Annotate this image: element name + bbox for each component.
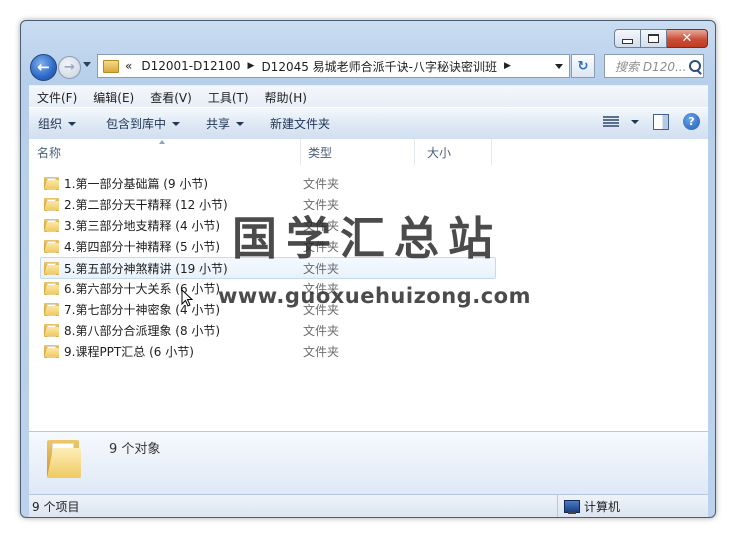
- sort-ascending-icon: [159, 140, 165, 144]
- computer-icon: [564, 499, 580, 514]
- item-type: 文件夹: [303, 239, 340, 254]
- breadcrumb-overflow[interactable]: «: [125, 59, 132, 73]
- help-icon[interactable]: ?: [683, 113, 700, 130]
- minimize-button[interactable]: [614, 29, 641, 48]
- location-label: 计算机: [584, 499, 621, 514]
- preview-pane-icon[interactable]: [653, 113, 669, 130]
- list-item[interactable]: 2.第二部分天干精释 (12 小节) 文件夹: [41, 194, 495, 214]
- folder-icon: [44, 323, 59, 337]
- list-item[interactable]: 7.第七部分十神密象 (4 小节) 文件夹: [41, 299, 495, 319]
- share-button[interactable]: 共享: [197, 115, 253, 132]
- breadcrumb-item[interactable]: D12045 易城老师合派千诀-八字秘诀密训班: [261, 58, 497, 75]
- back-button[interactable]: ←: [30, 54, 57, 81]
- menu-file[interactable]: 文件(F): [29, 89, 85, 106]
- command-bar: 组织 包含到库中 共享 新建文件夹 ?: [29, 107, 708, 140]
- status-location: 计算机: [557, 495, 620, 517]
- folder-icon: [44, 261, 59, 275]
- explorer-window: ✕ ← → « D12001-D12100 ▶ D12045 易城老师合派千诀-…: [20, 20, 716, 518]
- item-type: 文件夹: [303, 344, 340, 359]
- item-name: 2.第二部分天干精释 (12 小节): [64, 197, 228, 212]
- menu-view[interactable]: 查看(V): [142, 89, 200, 106]
- mouse-cursor-icon: [181, 289, 193, 307]
- address-bar[interactable]: « D12001-D12100 ▶ D12045 易城老师合派千诀-八字秘诀密训…: [97, 54, 570, 78]
- search-input[interactable]: 搜索 D120...: [605, 58, 685, 75]
- list-item[interactable]: 3.第三部分地支精释 (4 小节) 文件夹: [41, 215, 495, 235]
- column-type[interactable]: 类型: [300, 139, 415, 165]
- new-folder-label: 新建文件夹: [270, 117, 331, 131]
- folder-icon: [44, 197, 59, 211]
- folder-icon: [44, 176, 59, 190]
- item-type: 文件夹: [303, 261, 340, 276]
- maximize-button[interactable]: [641, 29, 667, 48]
- breadcrumb-separator-icon[interactable]: ▶: [248, 61, 255, 71]
- menu-edit[interactable]: 编辑(E): [85, 89, 142, 106]
- forward-arrow-icon: →: [64, 60, 75, 75]
- list-item[interactable]: 1.第一部分基础篇 (9 小节) 文件夹: [41, 173, 495, 193]
- folder-icon: [44, 218, 59, 232]
- organize-button[interactable]: 组织: [29, 115, 85, 132]
- column-header: 名称 类型 大小: [29, 139, 708, 165]
- menu-tools[interactable]: 工具(T): [200, 89, 257, 106]
- folder-icon: [44, 239, 59, 253]
- item-count: 9 个项目: [32, 499, 80, 514]
- views-dropdown-icon[interactable]: [631, 119, 639, 124]
- maximize-icon: [648, 34, 659, 43]
- refresh-button[interactable]: ↻: [571, 54, 595, 78]
- object-count: 9 个对象: [109, 442, 161, 457]
- history-dropdown-icon[interactable]: [83, 62, 91, 67]
- chevron-down-icon: [172, 121, 181, 126]
- share-label: 共享: [206, 117, 231, 131]
- views-icon[interactable]: [603, 115, 619, 128]
- folder-icon: [103, 59, 119, 73]
- item-type: 文件夹: [303, 218, 340, 233]
- list-item-hovered[interactable]: 5.第五部分神煞精讲 (19 小节) 文件夹: [40, 257, 496, 279]
- caption-buttons: ✕: [614, 29, 708, 48]
- item-name: 1.第一部分基础篇 (9 小节): [64, 176, 209, 191]
- chevron-down-icon: [236, 121, 245, 126]
- column-size[interactable]: 大小: [419, 139, 492, 165]
- item-name: 3.第三部分地支精释 (4 小节): [64, 218, 221, 233]
- search-icon[interactable]: [689, 60, 701, 72]
- list-item[interactable]: 4.第四部分十神精释 (5 小节) 文件夹: [41, 236, 495, 256]
- item-name: 5.第五部分神煞精讲 (19 小节): [64, 261, 228, 276]
- new-folder-button[interactable]: 新建文件夹: [261, 115, 339, 132]
- item-name: 9.课程PPT汇总 (6 小节): [64, 344, 194, 359]
- details-pane: 9 个对象: [29, 431, 708, 494]
- navigation-bar: ← → « D12001-D12100 ▶ D12045 易城老师合派千诀-八字…: [30, 54, 708, 82]
- search-box[interactable]: 搜索 D120...: [604, 54, 704, 78]
- item-type: 文件夹: [303, 197, 340, 212]
- minimize-icon: [622, 38, 633, 44]
- refresh-icon: ↻: [577, 58, 589, 74]
- close-button[interactable]: ✕: [667, 29, 708, 48]
- chevron-down-icon: [68, 121, 77, 126]
- breadcrumb-separator-icon[interactable]: ▶: [504, 61, 511, 71]
- item-type: 文件夹: [303, 323, 340, 338]
- item-type: 文件夹: [303, 281, 340, 296]
- item-name: 4.第四部分十神精释 (5 小节): [64, 239, 221, 254]
- folder-icon: [44, 302, 59, 316]
- close-icon: ✕: [681, 31, 693, 46]
- view-controls: ?: [603, 113, 700, 130]
- folder-icon: [44, 344, 59, 358]
- forward-button[interactable]: →: [58, 56, 81, 79]
- menu-bar: 文件(F) 编辑(E) 查看(V) 工具(T) 帮助(H): [29, 85, 708, 108]
- item-type: 文件夹: [303, 302, 340, 317]
- file-list[interactable]: 名称 类型 大小 1.第一部分基础篇 (9 小节) 文件夹 2.第二部分天干精释…: [29, 139, 708, 431]
- include-library-button[interactable]: 包含到库中: [97, 115, 189, 132]
- menu-help[interactable]: 帮助(H): [257, 89, 315, 106]
- address-dropdown-icon[interactable]: [555, 63, 563, 69]
- folder-icon: [44, 281, 59, 295]
- list-item[interactable]: 9.课程PPT汇总 (6 小节) 文件夹: [41, 341, 495, 361]
- breadcrumb-item[interactable]: D12001-D12100: [141, 59, 240, 73]
- column-name[interactable]: 名称: [29, 139, 301, 165]
- list-item[interactable]: 6.第六部分十大关系 (6 小节) 文件夹: [41, 278, 495, 298]
- back-arrow-icon: ←: [37, 58, 50, 76]
- status-bar: 9 个项目 计算机: [29, 494, 708, 517]
- item-name: 8.第八部分合派理象 (8 小节): [64, 323, 221, 338]
- organize-label: 组织: [38, 117, 63, 131]
- folder-icon: [47, 440, 81, 478]
- include-library-label: 包含到库中: [106, 117, 167, 131]
- item-type: 文件夹: [303, 176, 340, 191]
- list-item[interactable]: 8.第八部分合派理象 (8 小节) 文件夹: [41, 320, 495, 340]
